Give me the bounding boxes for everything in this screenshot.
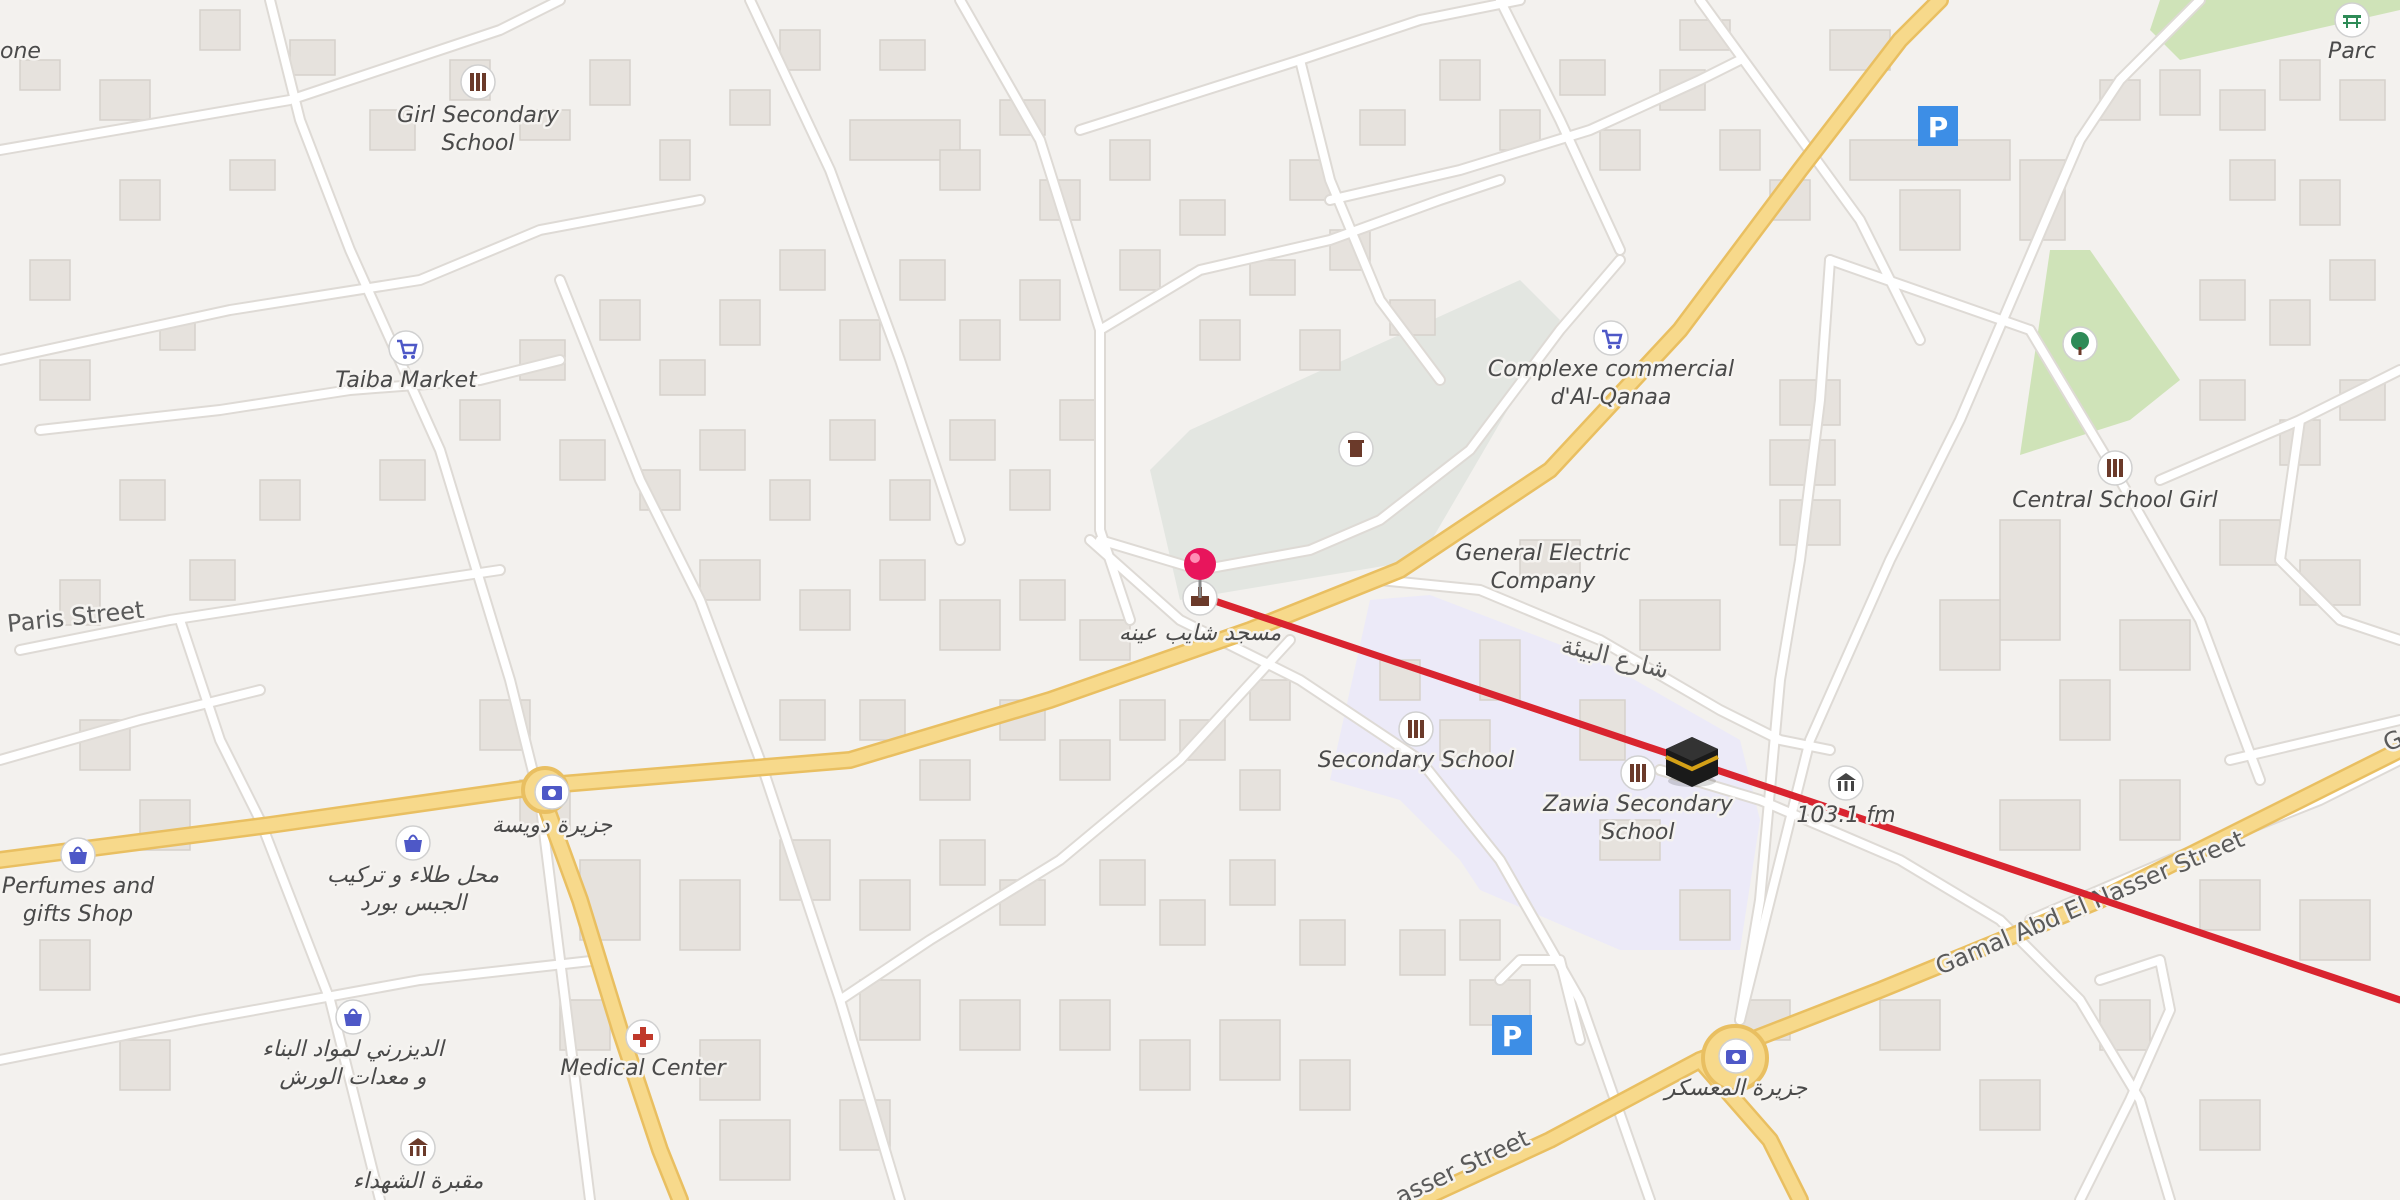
medical-cross-icon	[625, 1019, 661, 1055]
poi-label: مقبرة الشهداء	[353, 1169, 484, 1194]
label-top-left-cut: one	[0, 39, 41, 64]
shopping-cart-icon	[388, 330, 424, 366]
parking-icon[interactable]: P	[1918, 106, 1958, 146]
parking-label: P	[1502, 1020, 1523, 1053]
poi-label: Medical Center	[560, 1056, 727, 1081]
poi-label: gifts Shop	[23, 902, 133, 927]
poi-label: General Electric	[1455, 541, 1630, 566]
school-icon	[1398, 711, 1434, 747]
parking-label: P	[1928, 111, 1949, 144]
poi-label: School	[441, 131, 514, 156]
camera-icon	[534, 774, 570, 810]
poi-label: الجبس بورد	[360, 891, 469, 916]
poi-label: Company	[1491, 569, 1597, 594]
poi-label: Taiba Market	[335, 368, 478, 393]
poi-label: Central School Girl	[2012, 488, 2217, 513]
poi-label: محل طلاء و تركيب	[327, 863, 499, 888]
school-icon	[1620, 755, 1656, 791]
picnic-table-icon	[2334, 2, 2370, 38]
poi-label: و معدات الورش	[279, 1065, 426, 1090]
shopping-bag-icon	[335, 999, 371, 1035]
poi-label: Girl Secondary	[397, 103, 560, 128]
shopping-bag-icon	[60, 837, 96, 873]
poi-label: 103.1 fm	[1796, 803, 1895, 828]
poi-label: جزيرة دويسة	[492, 813, 613, 838]
tree-icon[interactable]	[2062, 326, 2098, 362]
parking-icon[interactable]: P	[1492, 1015, 1532, 1055]
poi-label: الديزرني لمواد البناء	[262, 1037, 446, 1062]
school-icon	[2097, 450, 2133, 486]
school-icon	[460, 64, 496, 100]
poi-label: Secondary School	[1318, 748, 1515, 773]
map-canvas[interactable]: Paris Street Gamal Abd El Nasser Street …	[0, 0, 2400, 1200]
poi-label: d'Al-Qanaa	[1551, 385, 1672, 410]
shopping-cart-icon	[1593, 320, 1629, 356]
trash-icon[interactable]	[1338, 431, 1374, 467]
poi-label: Zawia Secondary	[1542, 792, 1734, 817]
shopping-bag-icon	[395, 825, 431, 861]
poi-label: Perfumes and	[2, 874, 155, 899]
poi-label: Complexe commercial	[1488, 357, 1734, 382]
camera-icon	[1718, 1038, 1754, 1074]
poi-label: مسجد شايب عينه	[1119, 621, 1281, 646]
poi-label: School	[1601, 820, 1674, 845]
poi-label: Parc	[2328, 39, 2376, 64]
museum-icon	[1828, 765, 1864, 801]
museum-icon	[400, 1130, 436, 1166]
poi-label: جزيرة المعسكر	[1662, 1076, 1808, 1101]
